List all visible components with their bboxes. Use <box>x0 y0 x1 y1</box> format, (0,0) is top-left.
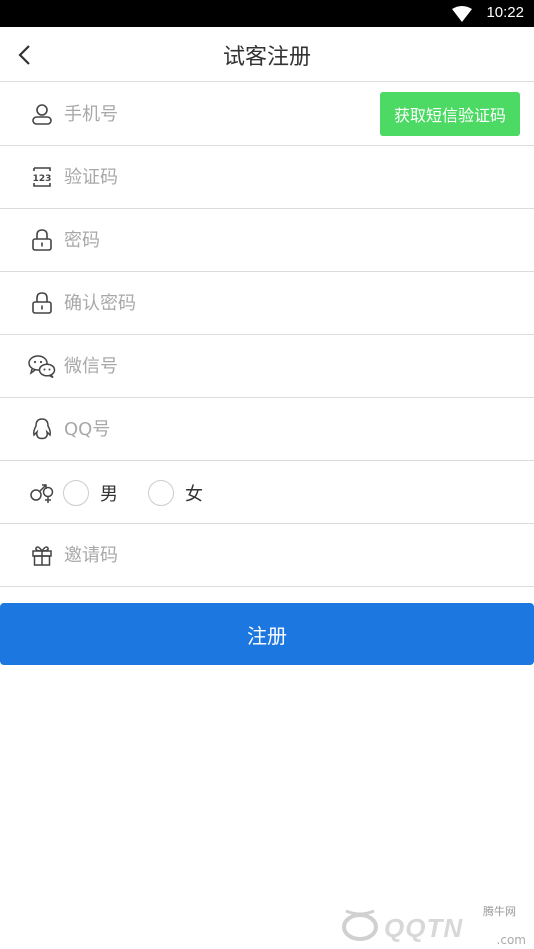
code-row: 123 <box>0 146 534 209</box>
wechat-icon <box>28 355 56 378</box>
password-row <box>0 209 534 272</box>
password-input[interactable] <box>64 223 364 257</box>
qq-row <box>0 398 534 461</box>
user-icon <box>32 104 52 125</box>
gender-row: 男 女 <box>0 461 534 524</box>
watermark-domain: .com <box>496 933 526 947</box>
male-radio[interactable] <box>63 480 89 506</box>
watermark-site-name: 腾牛网 <box>483 905 516 918</box>
wifi-icon <box>452 6 472 22</box>
qqtn-watermark-logo: 腾牛网 QQTN .com <box>316 905 526 947</box>
nav-bar: 试客注册 <box>0 27 534 82</box>
female-radio[interactable] <box>148 480 174 506</box>
male-label: 男 <box>100 484 118 505</box>
register-button[interactable]: 注册 <box>0 603 534 665</box>
wechat-input[interactable] <box>64 349 364 383</box>
gender-icon <box>30 484 54 503</box>
gift-icon <box>32 546 52 566</box>
female-label: 女 <box>185 484 203 505</box>
code-123-icon: 123 <box>33 167 52 187</box>
status-bar: 10:22 <box>0 0 534 27</box>
invite-code-input[interactable] <box>64 538 364 572</box>
qqtn-logo-icon <box>342 909 378 941</box>
wechat-row <box>0 335 534 398</box>
watermark-text: QQTN <box>384 913 464 943</box>
confirm-password-input[interactable] <box>64 286 364 320</box>
lock-icon <box>32 292 52 314</box>
page-title: 试客注册 <box>222 45 311 70</box>
confirm-password-row <box>0 272 534 335</box>
qq-input[interactable] <box>64 412 364 446</box>
phone-row: 获取短信验证码 <box>0 83 534 146</box>
get-sms-code-button[interactable]: 获取短信验证码 <box>380 92 520 136</box>
lock-icon <box>32 229 52 251</box>
status-time: 10:22 <box>486 4 524 21</box>
invite-row <box>0 524 534 587</box>
phone-input[interactable] <box>64 97 364 131</box>
code-input[interactable] <box>64 160 364 194</box>
svg-text:123: 123 <box>33 174 52 184</box>
qq-penguin-icon <box>33 418 51 440</box>
